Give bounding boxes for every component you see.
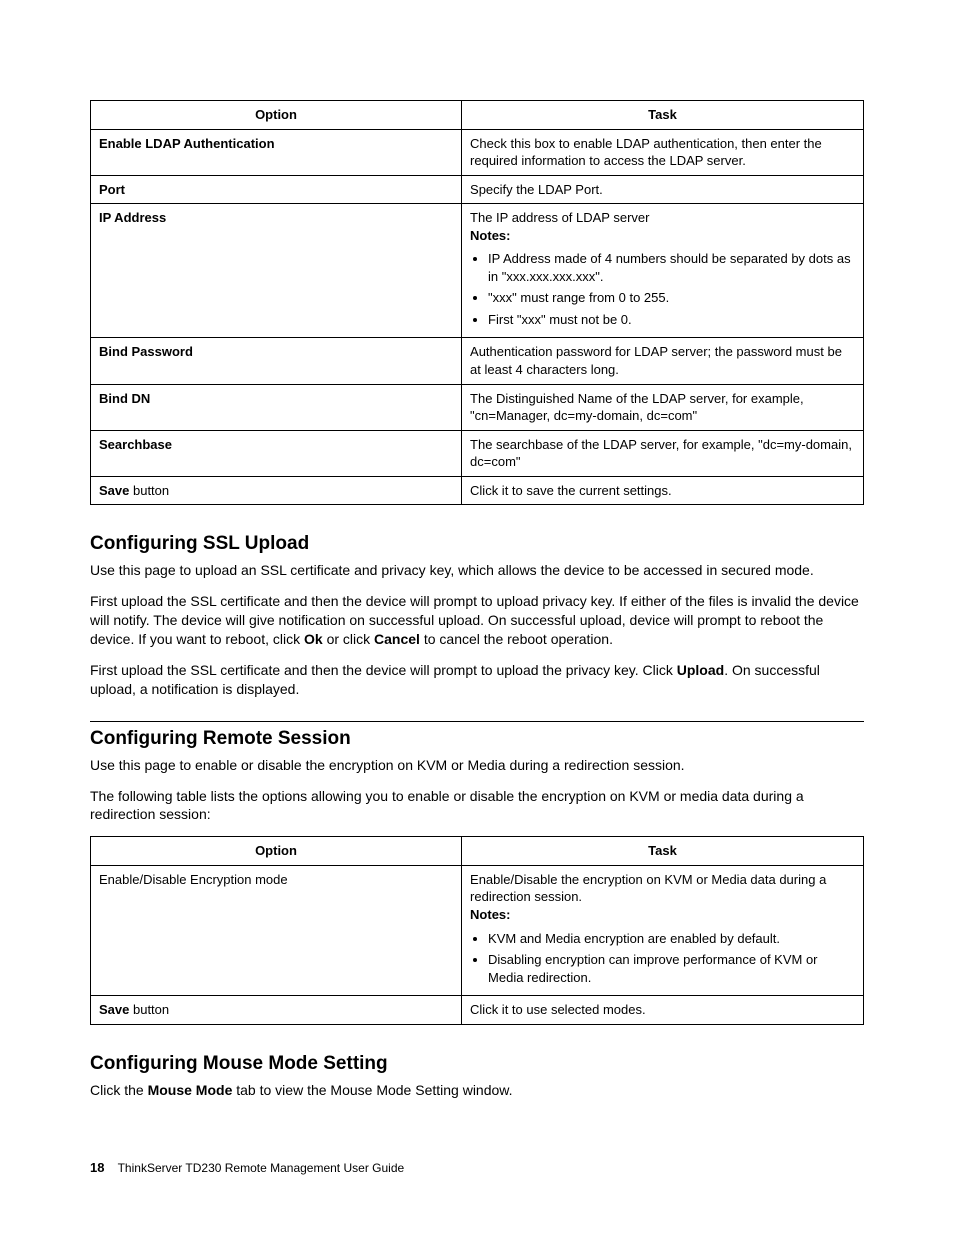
heading-remote-session: Configuring Remote Session — [90, 728, 864, 750]
table-row: Bind DN The Distinguished Name of the LD… — [91, 384, 864, 430]
notes-label: Notes: — [470, 907, 510, 922]
ssl-paragraph-1: Use this page to upload an SSL certifica… — [90, 561, 864, 580]
task-cell: The searchbase of the LDAP server, for e… — [462, 430, 864, 476]
section-divider — [90, 721, 864, 722]
heading-mouse-mode: Configuring Mouse Mode Setting — [90, 1053, 864, 1075]
table-row: Enable LDAP Authentication Check this bo… — [91, 129, 864, 175]
table-header-row: Option Task — [91, 837, 864, 866]
mouse-paragraph: Click the Mouse Mode tab to view the Mou… — [90, 1081, 864, 1100]
table-row: Save button Click it to use selected mod… — [91, 996, 864, 1025]
table-row: Searchbase The searchbase of the LDAP se… — [91, 430, 864, 476]
table-row: Save button Click it to save the current… — [91, 476, 864, 505]
notes-list: KVM and Media encryption are enabled by … — [470, 930, 855, 987]
table-row: Bind Password Authentication password fo… — [91, 338, 864, 384]
col-header-task: Task — [462, 837, 864, 866]
task-cell: Specify the LDAP Port. — [462, 175, 864, 204]
footer-title: ThinkServer TD230 Remote Management User… — [118, 1161, 405, 1175]
page-number: 18 — [90, 1160, 104, 1175]
note-item: KVM and Media encryption are enabled by … — [488, 930, 855, 948]
note-item: IP Address made of 4 numbers should be s… — [488, 250, 855, 285]
task-cell: Authentication password for LDAP server;… — [462, 338, 864, 384]
table-row: Enable/Disable Encryption mode Enable/Di… — [91, 865, 864, 995]
ldap-options-table: Option Task Enable LDAP Authentication C… — [90, 100, 864, 505]
option-label: Bind Password — [99, 344, 193, 359]
option-suffix: button — [129, 1002, 169, 1017]
task-cell: The IP address of LDAP server Notes: IP … — [462, 204, 864, 338]
task-intro: Enable/Disable the encryption on KVM or … — [470, 872, 826, 905]
note-item: Disabling encryption can improve perform… — [488, 951, 855, 986]
note-item: "xxx" must range from 0 to 255. — [488, 289, 855, 307]
option-label: Save — [99, 1002, 129, 1017]
option-label: IP Address — [99, 210, 166, 225]
task-cell: Enable/Disable the encryption on KVM or … — [462, 865, 864, 995]
col-header-option: Option — [91, 101, 462, 130]
heading-ssl-upload: Configuring SSL Upload — [90, 533, 864, 555]
task-intro: The IP address of LDAP server — [470, 210, 649, 225]
col-header-task: Task — [462, 101, 864, 130]
notes-list: IP Address made of 4 numbers should be s… — [470, 250, 855, 328]
task-cell: Click it to save the current settings. — [462, 476, 864, 505]
option-label: Save — [99, 483, 129, 498]
task-cell: The Distinguished Name of the LDAP serve… — [462, 384, 864, 430]
remote-paragraph-1: Use this page to enable or disable the e… — [90, 756, 864, 775]
task-cell: Check this box to enable LDAP authentica… — [462, 129, 864, 175]
col-header-option: Option — [91, 837, 462, 866]
remote-session-table: Option Task Enable/Disable Encryption mo… — [90, 836, 864, 1024]
table-row: Port Specify the LDAP Port. — [91, 175, 864, 204]
option-label: Enable LDAP Authentication — [99, 136, 275, 151]
option-label: Enable/Disable Encryption mode — [91, 865, 462, 995]
ssl-paragraph-3: First upload the SSL certificate and the… — [90, 661, 864, 699]
page-footer: 18 ThinkServer TD230 Remote Management U… — [90, 1160, 404, 1175]
notes-label: Notes: — [470, 228, 510, 243]
table-row: IP Address The IP address of LDAP server… — [91, 204, 864, 338]
document-page: Option Task Enable LDAP Authentication C… — [0, 0, 954, 1235]
option-suffix: button — [129, 483, 169, 498]
option-label: Port — [99, 182, 125, 197]
option-label: Searchbase — [99, 437, 172, 452]
ssl-paragraph-2: First upload the SSL certificate and the… — [90, 592, 864, 649]
table-header-row: Option Task — [91, 101, 864, 130]
option-label: Bind DN — [99, 391, 150, 406]
task-cell: Click it to use selected modes. — [462, 996, 864, 1025]
note-item: First "xxx" must not be 0. — [488, 311, 855, 329]
remote-paragraph-2: The following table lists the options al… — [90, 787, 864, 825]
